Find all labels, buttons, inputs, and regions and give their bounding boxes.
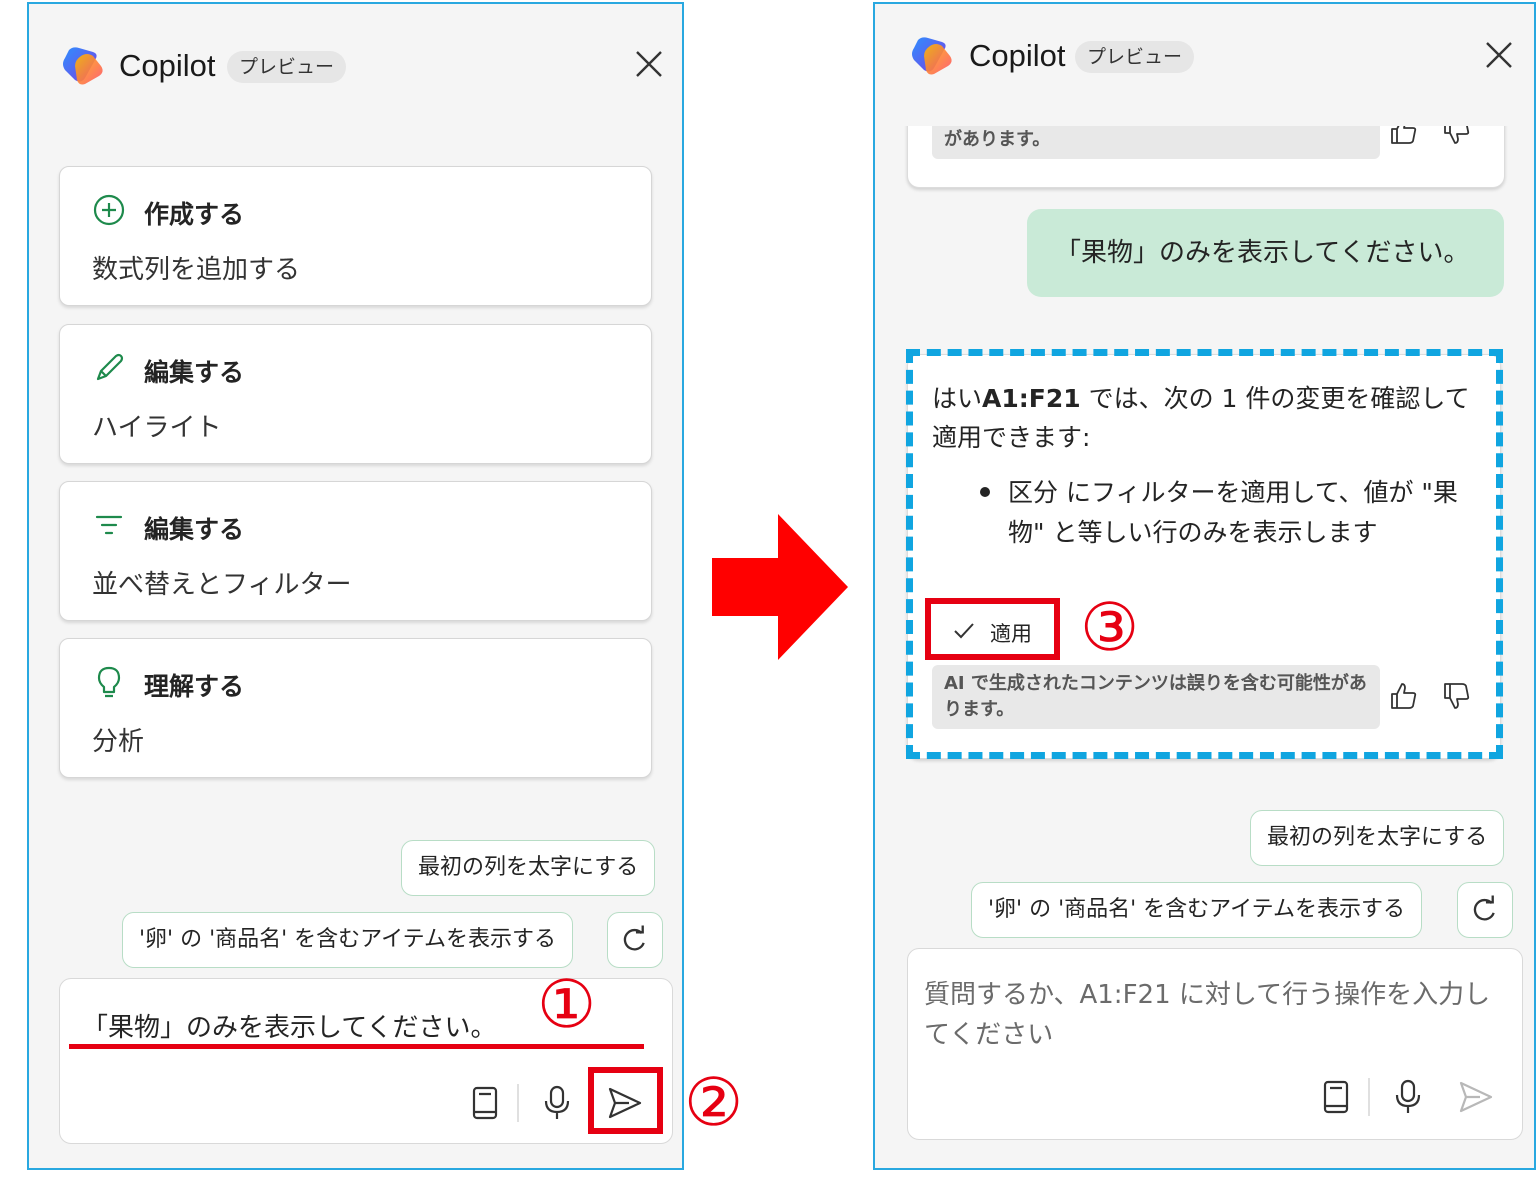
send-icon[interactable] bbox=[1456, 1077, 1496, 1117]
refresh-icon bbox=[1473, 895, 1495, 921]
copilot-logo-icon bbox=[912, 37, 952, 75]
plus-circle-icon bbox=[93, 194, 125, 226]
user-message: 「果物」のみを表示してください。 bbox=[1027, 209, 1504, 297]
refresh-button[interactable] bbox=[1457, 882, 1513, 938]
step2-highlight-box bbox=[588, 1067, 663, 1134]
step2-marker: ② bbox=[684, 1064, 744, 1141]
card-understand[interactable]: 理解する 分析 bbox=[59, 638, 652, 778]
suggestion-chip[interactable]: '卵' の '商品名' を含むアイテムを表示する bbox=[122, 912, 573, 968]
composer-input[interactable]: 「果物」のみを表示してください。 bbox=[82, 1007, 496, 1044]
lightbulb-icon bbox=[97, 666, 121, 698]
step1-underline bbox=[69, 1044, 644, 1049]
notebook-icon[interactable] bbox=[1316, 1077, 1356, 1117]
copilot-logo-icon bbox=[63, 47, 103, 85]
panel-header: Copilot プレビュー bbox=[875, 4, 1534, 126]
toolbar-divider bbox=[517, 1084, 519, 1122]
preview-badge: プレビュー bbox=[1075, 41, 1195, 73]
card-edit-sort-filter[interactable]: 編集する 並べ替えとフィルター bbox=[59, 481, 652, 621]
ai-disclaimer: があります。 bbox=[932, 121, 1380, 159]
transition-arrow-icon bbox=[712, 514, 848, 660]
suggestion-chip[interactable]: '卵' の '商品名' を含むアイテムを表示する bbox=[971, 882, 1422, 938]
app-title: Copilot bbox=[969, 38, 1066, 73]
step3-highlight-box bbox=[925, 598, 1060, 660]
preview-badge: プレビュー bbox=[227, 51, 347, 83]
step1-marker: ① bbox=[537, 966, 597, 1043]
refresh-button[interactable] bbox=[607, 912, 663, 968]
card-title: 編集する bbox=[144, 515, 245, 544]
suggestion-chip[interactable]: 最初の列を太字にする bbox=[1250, 810, 1505, 866]
step3-marker: ③ bbox=[1080, 589, 1140, 666]
app-title: Copilot bbox=[119, 48, 216, 83]
card-title: 作成する bbox=[144, 200, 245, 229]
composer-placeholder[interactable]: 質問するか、A1:F21 に対して行う操作を入力してください bbox=[924, 975, 1512, 1055]
card-title: 理解する bbox=[144, 672, 245, 701]
chat-composer[interactable]: 質問するか、A1:F21 に対して行う操作を入力してください bbox=[907, 948, 1523, 1140]
response-highlight-box bbox=[906, 349, 1503, 759]
notebook-icon[interactable] bbox=[465, 1083, 505, 1123]
card-subtitle: 分析 bbox=[92, 727, 145, 757]
card-title: 編集する bbox=[144, 358, 245, 387]
card-subtitle: 並べ替えとフィルター bbox=[92, 570, 352, 600]
microphone-icon[interactable] bbox=[1388, 1077, 1428, 1117]
card-subtitle: 数式列を追加する bbox=[92, 255, 301, 285]
refresh-icon bbox=[623, 925, 645, 951]
card-subtitle: ハイライト bbox=[92, 413, 222, 443]
card-edit-highlight[interactable]: 編集する ハイライト bbox=[59, 324, 652, 464]
card-create[interactable]: 作成する 数式列を追加する bbox=[59, 166, 652, 306]
pen-icon bbox=[96, 353, 124, 381]
close-icon[interactable] bbox=[1481, 37, 1517, 73]
microphone-icon[interactable] bbox=[537, 1083, 577, 1123]
toolbar-divider bbox=[1368, 1078, 1370, 1116]
close-icon[interactable] bbox=[631, 46, 667, 82]
filter-icon bbox=[95, 515, 123, 535]
suggestion-chip[interactable]: 最初の列を太字にする bbox=[401, 840, 656, 896]
panel-header: Copilot プレビュー bbox=[29, 4, 682, 124]
